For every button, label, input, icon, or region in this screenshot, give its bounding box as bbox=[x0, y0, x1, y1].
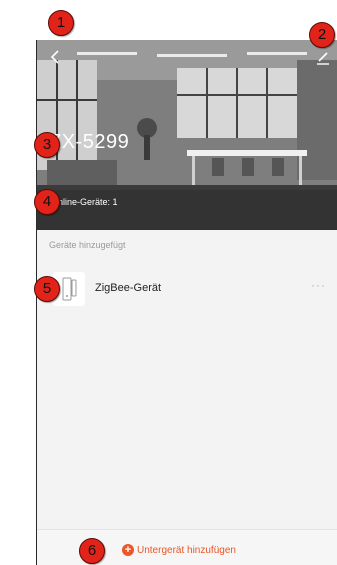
callout-1: 1 bbox=[48, 10, 74, 36]
pencil-icon bbox=[317, 52, 329, 65]
back-button[interactable] bbox=[45, 46, 67, 68]
room-photo-header: ZX-5299 Online-Geräte: 1 bbox=[37, 40, 337, 230]
callout-3: 3 bbox=[34, 132, 60, 158]
app-screen: ZX-5299 Online-Geräte: 1 Geräte hinzugef… bbox=[36, 40, 337, 565]
edit-button[interactable] bbox=[312, 46, 334, 68]
online-devices-count: Online-Geräte: 1 bbox=[51, 197, 118, 207]
device-list-item[interactable]: ZigBee-Gerät ··· bbox=[37, 268, 337, 310]
device-title: ZX-5299 bbox=[49, 131, 130, 153]
more-options-button[interactable]: ··· bbox=[311, 278, 326, 292]
callout-5: 5 bbox=[34, 276, 60, 302]
add-subdevice-label: Untergerät hinzufügen bbox=[137, 544, 236, 556]
callout-6: 6 bbox=[79, 538, 105, 564]
callout-2: 2 bbox=[309, 22, 335, 48]
callout-4: 4 bbox=[34, 189, 60, 215]
plus-icon: + bbox=[122, 544, 134, 556]
added-devices-section-label: Geräte hinzugefügt bbox=[49, 240, 126, 250]
add-subdevice-button[interactable]: + Untergerät hinzufügen bbox=[122, 542, 236, 558]
chevron-left-icon bbox=[50, 50, 59, 64]
device-name: ZigBee-Gerät bbox=[95, 282, 162, 294]
